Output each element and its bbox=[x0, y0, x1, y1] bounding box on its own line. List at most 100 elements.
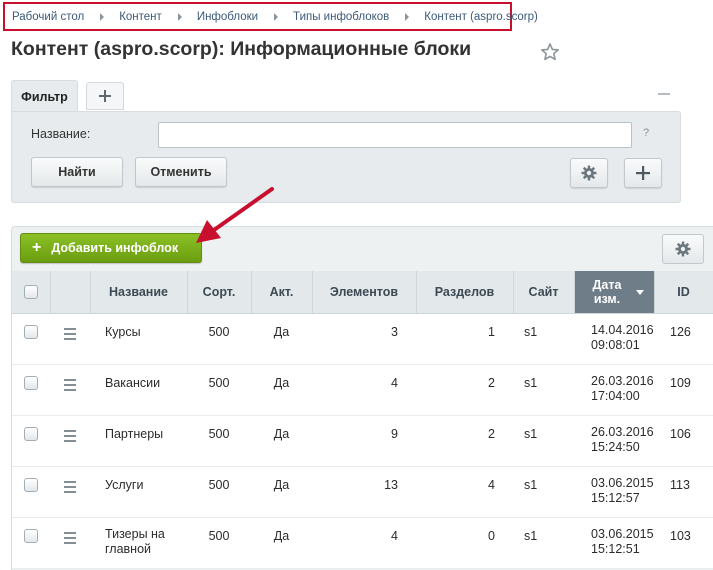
plus-icon bbox=[99, 90, 111, 102]
table-row[interactable]: Курсы 500 Да 3 1 s1 14.04.2016 09:08:01 1… bbox=[12, 313, 713, 365]
column-header-sections[interactable]: Разделов bbox=[416, 271, 514, 314]
star-icon[interactable] bbox=[540, 42, 560, 62]
date-header-line1: Дата bbox=[592, 277, 622, 292]
date-value: 26.03.2016 bbox=[591, 373, 654, 388]
breadcrumb-separator-icon bbox=[177, 12, 182, 21]
row-select-cell bbox=[12, 313, 50, 365]
sections-count-link[interactable]: 0 bbox=[416, 517, 513, 569]
table-header-row: Название Сорт. Акт. Элементов Разделов С… bbox=[12, 271, 713, 314]
site-value: s1 bbox=[513, 313, 574, 365]
iblock-name-link[interactable]: Услуги bbox=[90, 466, 187, 518]
elements-count-link[interactable]: 4 bbox=[312, 517, 416, 569]
row-checkbox[interactable] bbox=[24, 324, 38, 339]
breadcrumb-separator-icon bbox=[100, 12, 105, 21]
select-all-checkbox[interactable] bbox=[23, 284, 38, 299]
breadcrumb-item-iblocks[interactable]: Инфоблоки bbox=[197, 11, 258, 23]
active-value: Да bbox=[251, 415, 312, 467]
row-checkbox[interactable] bbox=[24, 528, 38, 543]
active-value: Да bbox=[251, 364, 312, 416]
table-row[interactable]: Вакансии 500 Да 4 2 s1 26.03.2016 17:04:0… bbox=[12, 364, 713, 416]
sections-count-link[interactable]: 2 bbox=[416, 415, 513, 467]
row-menu-cell bbox=[50, 415, 90, 467]
name-filter-label: Название: bbox=[31, 127, 91, 141]
column-header-date-modified[interactable]: Дата изм. bbox=[574, 271, 655, 314]
select-all-header bbox=[12, 271, 51, 314]
add-iblock-button[interactable]: + Добавить инфоблок bbox=[20, 233, 202, 263]
site-value: s1 bbox=[513, 415, 574, 467]
breadcrumb-separator-icon bbox=[405, 12, 410, 21]
filter-settings-button[interactable] bbox=[570, 158, 608, 188]
help-icon[interactable]: ? bbox=[643, 127, 649, 139]
breadcrumb-item-iblock-types[interactable]: Типы инфоблоков bbox=[293, 11, 389, 23]
date-modified-value: 03.06.2015 15:12:57 bbox=[574, 466, 654, 518]
date-header-line2: изм. bbox=[593, 291, 621, 306]
time-value: 15:24:50 bbox=[591, 439, 640, 454]
find-button[interactable]: Найти bbox=[31, 157, 123, 187]
column-header-elements[interactable]: Элементов bbox=[312, 271, 417, 314]
date-value: 03.06.2015 bbox=[591, 526, 654, 541]
table-row[interactable]: Партнеры 500 Да 9 2 s1 26.03.2016 15:24:5… bbox=[12, 415, 713, 467]
date-value: 14.04.2016 bbox=[591, 322, 654, 337]
active-value: Да bbox=[251, 466, 312, 518]
iblock-name-link[interactable]: Вакансии bbox=[90, 364, 187, 416]
add-filter-tab-button[interactable] bbox=[86, 82, 124, 110]
elements-count-link[interactable]: 13 bbox=[312, 466, 416, 518]
row-menu-icon[interactable] bbox=[64, 378, 76, 391]
actions-header bbox=[50, 271, 91, 314]
iblock-name-link[interactable]: Тизеры на главной bbox=[90, 517, 187, 569]
column-header-name[interactable]: Название bbox=[90, 271, 188, 314]
row-menu-icon[interactable] bbox=[64, 429, 76, 442]
column-header-active[interactable]: Акт. bbox=[251, 271, 313, 314]
row-menu-icon[interactable] bbox=[64, 480, 76, 493]
sections-count-link[interactable]: 2 bbox=[416, 364, 513, 416]
column-header-sort[interactable]: Сорт. bbox=[187, 271, 252, 314]
tab-filter[interactable]: Фильтр bbox=[11, 80, 78, 112]
row-select-cell bbox=[12, 364, 50, 416]
date-modified-value: 26.03.2016 17:04:00 bbox=[574, 364, 654, 416]
column-header-site[interactable]: Сайт bbox=[513, 271, 575, 314]
active-value: Да bbox=[251, 517, 312, 569]
date-value: 03.06.2015 bbox=[591, 475, 654, 490]
column-header-id[interactable]: ID bbox=[654, 271, 713, 314]
row-menu-icon[interactable] bbox=[64, 531, 76, 544]
breadcrumb-item-content[interactable]: Контент bbox=[119, 11, 162, 23]
table-row[interactable]: Услуги 500 Да 13 4 s1 03.06.2015 15:12:57… bbox=[12, 466, 713, 518]
breadcrumb-separator-icon bbox=[274, 12, 279, 21]
id-value: 106 bbox=[654, 415, 713, 467]
gear-icon bbox=[581, 165, 597, 181]
date-modified-value: 03.06.2015 15:12:51 bbox=[574, 517, 654, 569]
date-value: 26.03.2016 bbox=[591, 424, 654, 439]
add-filter-field-button[interactable] bbox=[624, 158, 662, 188]
iblock-name-link[interactable]: Курсы bbox=[90, 313, 187, 365]
sort-value: 500 bbox=[187, 364, 251, 416]
site-value: s1 bbox=[513, 364, 574, 416]
list-settings-button[interactable] bbox=[662, 234, 704, 264]
row-menu-icon[interactable] bbox=[64, 327, 76, 340]
site-value: s1 bbox=[513, 517, 574, 569]
active-value: Да bbox=[251, 313, 312, 365]
time-value: 15:12:57 bbox=[591, 490, 640, 505]
sections-count-link[interactable]: 1 bbox=[416, 313, 513, 365]
sort-value: 500 bbox=[187, 517, 251, 569]
row-checkbox[interactable] bbox=[24, 375, 38, 390]
row-menu-cell bbox=[50, 313, 90, 365]
row-checkbox[interactable] bbox=[24, 426, 38, 441]
row-checkbox[interactable] bbox=[24, 477, 38, 492]
sections-count-link[interactable]: 4 bbox=[416, 466, 513, 518]
breadcrumb: Рабочий стол Контент Инфоблоки Типы инфо… bbox=[3, 2, 538, 31]
elements-count-link[interactable]: 9 bbox=[312, 415, 416, 467]
breadcrumb-item-current[interactable]: Контент (aspro.scorp) bbox=[424, 11, 538, 23]
collapse-filter-icon[interactable] bbox=[658, 93, 670, 95]
name-filter-input[interactable] bbox=[158, 122, 632, 148]
elements-count-link[interactable]: 4 bbox=[312, 364, 416, 416]
elements-count-link[interactable]: 3 bbox=[312, 313, 416, 365]
page-title: Контент (aspro.scorp): Информационные бл… bbox=[11, 38, 472, 60]
breadcrumb-item-desktop[interactable]: Рабочий стол bbox=[12, 11, 84, 23]
row-select-cell bbox=[12, 517, 50, 569]
iblock-table: Название Сорт. Акт. Элементов Разделов С… bbox=[12, 271, 713, 569]
plus-icon bbox=[636, 166, 650, 180]
table-row[interactable]: Тизеры на главной 500 Да 4 0 s1 03.06.20… bbox=[12, 517, 713, 569]
sort-value: 500 bbox=[187, 313, 251, 365]
iblock-name-link[interactable]: Партнеры bbox=[90, 415, 187, 467]
id-value: 103 bbox=[654, 517, 713, 569]
